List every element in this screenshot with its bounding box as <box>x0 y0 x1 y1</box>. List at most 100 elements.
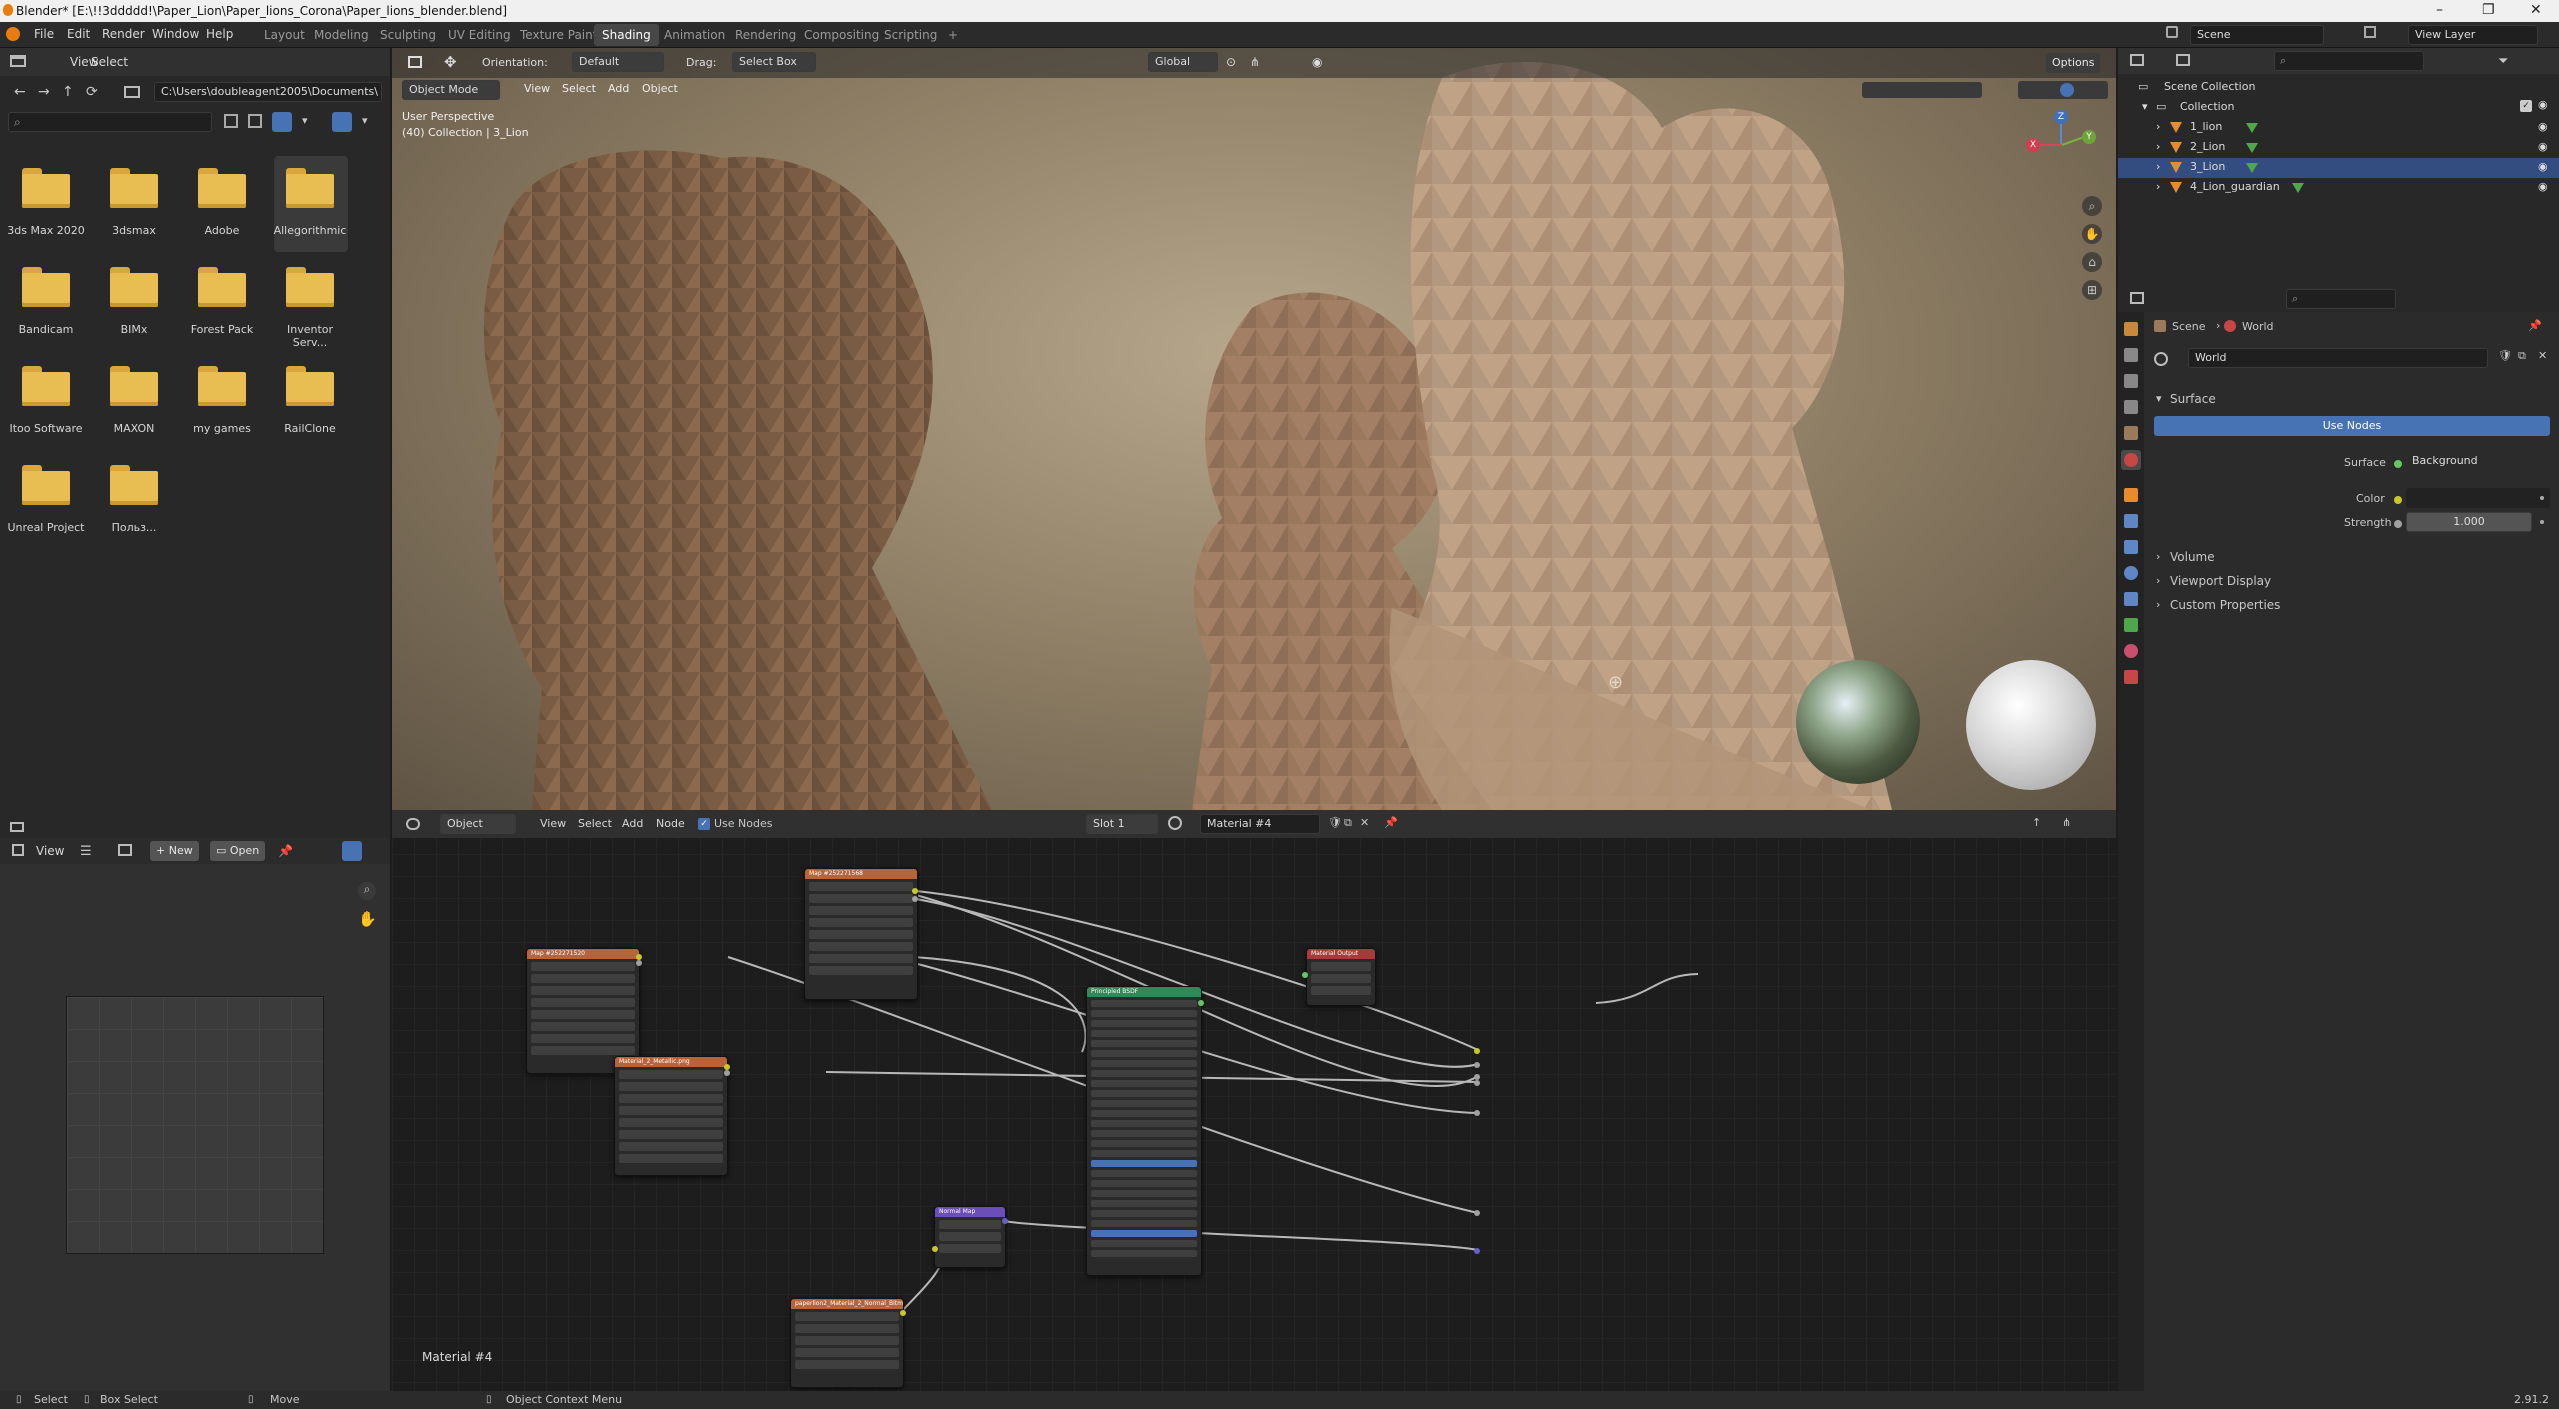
node-field[interactable] <box>1311 962 1371 971</box>
folder-icon[interactable] <box>110 465 158 505</box>
node-field[interactable] <box>1091 1120 1197 1127</box>
expand-icon[interactable]: › <box>2156 160 2160 173</box>
transform-orientation-dropdown[interactable]: Global <box>1148 52 1218 72</box>
node-tex3[interactable]: Material_2_Metallic.png <box>614 1056 728 1176</box>
node-tex4[interactable]: paperlion2_Material_2_Normal_Bitmap <box>790 1298 904 1388</box>
folder-label[interactable]: Inventor Serv... <box>270 323 350 349</box>
view-layer-field[interactable]: View Layer <box>2408 25 2538 45</box>
node-field[interactable] <box>531 1034 635 1043</box>
tab-sculpting[interactable]: Sculpting <box>372 24 444 46</box>
node-field[interactable] <box>531 962 635 971</box>
forward-arrow-icon[interactable]: → <box>38 84 50 100</box>
modifier-tab-icon[interactable] <box>2124 514 2138 528</box>
node-header[interactable]: Material Output <box>1307 949 1375 959</box>
node-socket[interactable] <box>1198 1000 1204 1006</box>
folder-icon[interactable] <box>286 366 334 406</box>
texture-tab-icon[interactable] <box>2124 670 2138 684</box>
node-field[interactable] <box>1091 1110 1197 1117</box>
outliner-filter-icon[interactable]: ⏷ <box>2498 54 2508 69</box>
node-socket[interactable] <box>912 896 918 902</box>
directory-path-field[interactable]: C:\Users\doubleagent2005\Documents\ <box>154 82 382 102</box>
folder-icon[interactable] <box>22 465 70 505</box>
render-tab-icon[interactable] <box>2124 348 2138 362</box>
folder-label[interactable]: Польз... <box>94 521 174 534</box>
ie-menu-view[interactable]: View <box>36 844 64 858</box>
node-field[interactable] <box>1091 1150 1197 1157</box>
node-field[interactable] <box>1311 986 1371 995</box>
blender-menu-icon[interactable] <box>6 27 20 41</box>
folder-label[interactable]: 3dsmax <box>94 224 174 237</box>
node-field[interactable] <box>1091 1080 1197 1087</box>
folder-label[interactable]: MAXON <box>94 422 174 435</box>
visibility-eye-icon[interactable]: ◉ <box>2538 120 2548 133</box>
image-browse-icon[interactable] <box>118 844 132 856</box>
strength-keyframe-dot[interactable] <box>2540 520 2544 524</box>
node-header[interactable]: Material_2_Metallic.png <box>615 1057 727 1067</box>
node-field[interactable] <box>795 1324 899 1333</box>
node-header[interactable]: Map #252271568 <box>805 869 917 879</box>
node-field[interactable] <box>809 942 913 951</box>
properties-search[interactable] <box>2286 289 2396 309</box>
node-field[interactable] <box>1091 1130 1197 1137</box>
folder-icon[interactable] <box>286 168 334 208</box>
node-socket[interactable] <box>912 888 918 894</box>
node-field[interactable] <box>1091 1070 1197 1077</box>
node-field[interactable] <box>1091 1170 1197 1177</box>
tab-layout[interactable]: Layout <box>256 24 313 46</box>
tab-compositing[interactable]: Compositing <box>796 24 887 46</box>
node-field[interactable] <box>809 906 913 915</box>
strength-slider[interactable]: 1.000 <box>2406 512 2532 532</box>
collection-expand-icon[interactable]: ▾ <box>2142 100 2148 113</box>
move-tool-icon[interactable]: ✥ <box>444 53 457 71</box>
node-field[interactable] <box>619 1130 723 1139</box>
folder-icon[interactable] <box>286 267 334 307</box>
tab-shading[interactable]: Shading <box>594 24 659 46</box>
node-field[interactable] <box>795 1336 899 1345</box>
display-vertical-list-icon[interactable] <box>248 114 262 128</box>
node-field[interactable] <box>795 1348 899 1357</box>
collection-visibility-icon[interactable]: ◉ <box>2538 98 2548 111</box>
folder-label[interactable]: Allegorithmic <box>270 224 350 237</box>
3d-viewport[interactable]: ✥ Orientation: Default Drag: Select Box … <box>392 48 2116 810</box>
outliner-row[interactable]: › 2_Lion ◉ <box>2118 138 2559 158</box>
node-field[interactable] <box>1091 1240 1197 1247</box>
toggle-perspective-icon[interactable]: ⊞ <box>2082 280 2102 300</box>
overlay-buttons[interactable] <box>1862 82 1982 98</box>
world-fake-user-icon[interactable]: 🛡 <box>2498 349 2512 362</box>
viewport-menu-view[interactable]: View <box>524 82 550 95</box>
scene-field[interactable]: Scene <box>2190 25 2324 45</box>
node-field[interactable] <box>809 954 913 963</box>
viewport-editor-type-icon[interactable] <box>408 56 422 68</box>
node-field[interactable] <box>809 882 913 891</box>
world-duplicate-icon[interactable]: ⧉ <box>2518 349 2526 363</box>
folder-icon[interactable] <box>110 267 158 307</box>
node-socket[interactable] <box>900 1310 906 1316</box>
collection-checkbox[interactable]: ✓ <box>2520 100 2532 112</box>
physics-tab-icon[interactable] <box>2124 566 2138 580</box>
node-field[interactable] <box>939 1220 1001 1229</box>
outliner-editor-type-icon[interactable] <box>2130 54 2144 66</box>
pan-view-icon[interactable]: ✋ <box>2082 224 2102 244</box>
maximize-button[interactable]: ❐ <box>2482 2 2495 18</box>
new-folder-icon[interactable] <box>124 86 140 98</box>
expand-icon[interactable]: › <box>2156 180 2160 193</box>
node-field[interactable] <box>619 1082 723 1091</box>
properties-pin-icon[interactable]: 📌 <box>2528 319 2542 332</box>
display-mode-icon[interactable] <box>2176 54 2190 66</box>
node-field[interactable] <box>619 1118 723 1127</box>
folder-label[interactable]: RailClone <box>270 422 350 435</box>
outliner-item-label[interactable]: 2_Lion <box>2190 140 2225 153</box>
node-field[interactable] <box>809 894 913 903</box>
folder-label[interactable]: BIMx <box>94 323 174 336</box>
node-socket[interactable] <box>724 1070 730 1076</box>
minimize-button[interactable]: – <box>2436 2 2443 18</box>
folder-icon[interactable] <box>198 168 246 208</box>
outliner-row[interactable]: › 3_Lion ◉ <box>2118 158 2559 178</box>
folder-icon[interactable] <box>198 267 246 307</box>
viewport-display-panel-title[interactable]: Viewport Display <box>2170 574 2271 588</box>
node-field[interactable] <box>1091 1040 1197 1047</box>
zoom-view-icon[interactable]: ⌕ <box>2082 196 2102 216</box>
custom-properties-panel-title[interactable]: Custom Properties <box>2170 598 2280 612</box>
node-field[interactable] <box>939 1244 1001 1253</box>
filter-icon[interactable] <box>332 112 352 132</box>
